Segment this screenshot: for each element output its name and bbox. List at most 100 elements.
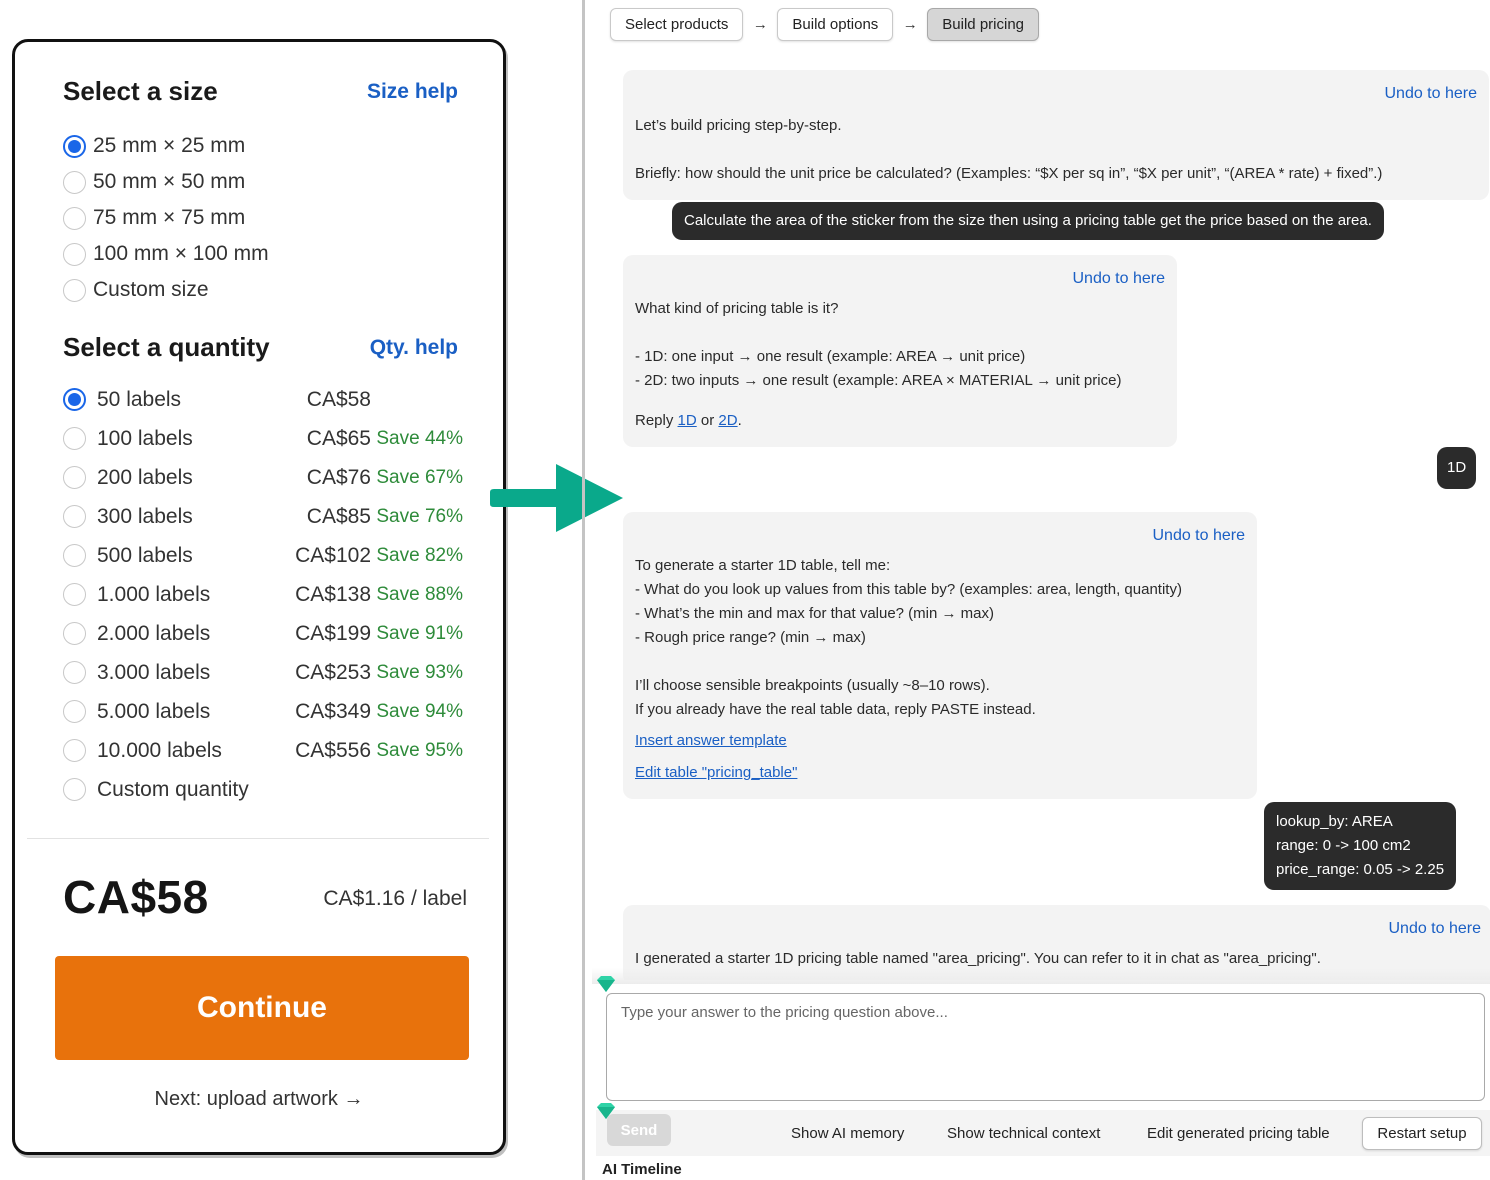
size-option[interactable]: 50 mm × 50 mm	[63, 164, 269, 200]
step-select-products[interactable]: Select products	[610, 8, 744, 41]
quantity-option[interactable]: 300 labels CA$85 Save 76%	[63, 497, 463, 536]
step-build-options[interactable]: Build options	[777, 8, 894, 41]
edit-generated-pricing-table-button[interactable]: Edit generated pricing table	[1147, 1125, 1330, 1142]
restart-setup-button[interactable]: Restart setup	[1362, 1117, 1482, 1150]
radio-button[interactable]	[63, 278, 86, 302]
panel-divider	[582, 0, 585, 1180]
radio-button[interactable]	[63, 583, 86, 606]
quantity-option-label: 5.000 labels	[97, 699, 211, 723]
quantity-section-title: Select a quantity	[63, 332, 270, 362]
message-text: If you already have the real table data,…	[635, 701, 1036, 718]
size-option[interactable]: 75 mm × 75 mm	[63, 200, 269, 236]
insert-template-link[interactable]: Insert answer template	[635, 729, 1245, 753]
message-text: - What do you look up values from this t…	[635, 581, 1182, 598]
radio-button[interactable]	[63, 206, 86, 230]
show-technical-context-button[interactable]: Show technical context	[947, 1125, 1100, 1142]
quantity-option[interactable]: 5.000 labels CA$349 Save 94%	[63, 692, 463, 731]
quantity-option[interactable]: 1.000 labels CA$138 Save 88%	[63, 575, 463, 614]
quantity-option-label: 300 labels	[97, 504, 193, 528]
user-message: Calculate the area of the sticker from t…	[672, 202, 1384, 240]
reply-1d-link[interactable]: 1D	[678, 412, 697, 429]
ai-timeline-label: AI Timeline	[602, 1161, 682, 1178]
quantity-option-label: 100 labels	[97, 426, 193, 450]
quantity-option[interactable]: 2.000 labels CA$199 Save 91%	[63, 614, 463, 653]
message-text: - Rough price range? (min → max)	[635, 629, 866, 646]
quantity-option[interactable]: 10.000 labels CA$556 Save 95%	[63, 731, 463, 770]
next-step-hint: Next: upload artwork →	[154, 1088, 364, 1110]
quantity-option-label: 200 labels	[97, 465, 193, 489]
qty-help-link[interactable]: Qty. help	[370, 336, 458, 360]
show-ai-memory-button[interactable]: Show AI memory	[791, 1125, 904, 1142]
quantity-option-label: 500 labels	[97, 543, 193, 567]
undo-to-here-link[interactable]: Undo to here	[635, 917, 1481, 941]
quantity-option[interactable]: 50 labels CA$58	[63, 380, 463, 419]
size-help-link[interactable]: Size help	[367, 80, 458, 104]
message-line: range: 0 -> 100 cm2	[1276, 837, 1411, 854]
send-button[interactable]: Send	[607, 1114, 671, 1146]
quantity-option-price: CA$556	[295, 738, 371, 762]
radio-button[interactable]	[63, 466, 86, 489]
ai-message: Undo to here What kind of pricing table …	[623, 255, 1177, 447]
radio-button[interactable]	[63, 700, 86, 723]
radio-button[interactable]	[63, 622, 86, 645]
undo-to-here-link[interactable]: Undo to here	[635, 524, 1245, 548]
size-option[interactable]: Custom size	[63, 272, 269, 308]
savings-badge: Save 94%	[376, 700, 463, 722]
size-section-header: Select a size Size help	[63, 76, 458, 107]
savings-badge: Save 93%	[376, 661, 463, 683]
radio-button[interactable]	[63, 242, 86, 266]
quantity-option-price: CA$85	[306, 504, 371, 528]
size-option-label: 100 mm × 100 mm	[93, 242, 269, 265]
total-price: CA$58	[63, 871, 209, 923]
quantity-option-price: CA$58	[306, 387, 371, 411]
size-option[interactable]: 25 mm × 25 mm	[63, 128, 269, 164]
continue-button[interactable]: Continue	[55, 956, 469, 1060]
radio-button[interactable]	[63, 739, 86, 762]
message-text: Let’s build pricing step-by-step.	[635, 117, 842, 134]
radio-button[interactable]	[63, 427, 86, 450]
quantity-option-label: Custom quantity	[97, 777, 249, 801]
price-per-label: CA$1.16 / label	[323, 887, 467, 910]
size-option[interactable]: 100 mm × 100 mm	[63, 236, 269, 272]
undo-to-here-link[interactable]: Undo to here	[635, 82, 1477, 106]
radio-button[interactable]	[63, 661, 86, 684]
reply-2d-link[interactable]: 2D	[718, 412, 737, 429]
reply-suffix: .	[737, 412, 742, 429]
message-text: What kind of pricing table is it?	[635, 300, 839, 317]
edit-table-link-text[interactable]: Edit table "pricing_table"	[635, 764, 797, 781]
quantity-option[interactable]: 200 labels CA$76 Save 67%	[63, 458, 463, 497]
quantity-option[interactable]: 3.000 labels CA$253 Save 93%	[63, 653, 463, 692]
radio-button[interactable]	[63, 388, 86, 411]
step-build-pricing[interactable]: Build pricing	[927, 8, 1040, 41]
quantity-option[interactable]: Custom quantity	[63, 770, 463, 809]
savings-badge: Save 88%	[376, 583, 463, 605]
edit-table-link[interactable]: Edit table "pricing_table"	[635, 761, 1245, 785]
quantity-option[interactable]: 500 labels CA$102 Save 82%	[63, 536, 463, 575]
radio-button[interactable]	[63, 170, 86, 194]
radio-button[interactable]	[63, 134, 86, 158]
quantity-option-price: CA$138	[295, 582, 371, 606]
reply-prefix: Reply	[635, 412, 674, 429]
answer-input[interactable]	[606, 993, 1485, 1101]
quantity-option-price: CA$199	[295, 621, 371, 645]
message-text: - 1D: one input → one result (example: A…	[635, 348, 1026, 365]
savings-badge: Save 91%	[376, 622, 463, 644]
savings-badge: Save 76%	[376, 505, 463, 527]
chat-transcript[interactable]: Undo to here Let’s build pricing step-by…	[592, 50, 1490, 980]
quantity-option-price: CA$102	[295, 543, 371, 567]
size-option-label: 75 mm × 75 mm	[93, 206, 246, 229]
quantity-option-label: 10.000 labels	[97, 738, 222, 762]
message-line: lookup_by: AREA	[1276, 813, 1393, 830]
radio-button[interactable]	[63, 544, 86, 567]
quantity-option[interactable]: 100 labels CA$65 Save 44%	[63, 419, 463, 458]
radio-button[interactable]	[63, 505, 86, 528]
savings-badge: Save 95%	[376, 739, 463, 761]
size-option-label: 50 mm × 50 mm	[93, 170, 246, 193]
user-message: lookup_by: AREA range: 0 -> 100 cm2 pric…	[1264, 802, 1457, 890]
insert-template-link-text[interactable]: Insert answer template	[635, 732, 787, 749]
quantity-option-price: CA$76	[306, 465, 371, 489]
radio-button[interactable]	[63, 778, 86, 801]
quantity-option-label: 1.000 labels	[97, 582, 211, 606]
message-text: - 2D: two inputs → one result (example: …	[635, 372, 1122, 389]
undo-to-here-link[interactable]: Undo to here	[635, 267, 1165, 291]
